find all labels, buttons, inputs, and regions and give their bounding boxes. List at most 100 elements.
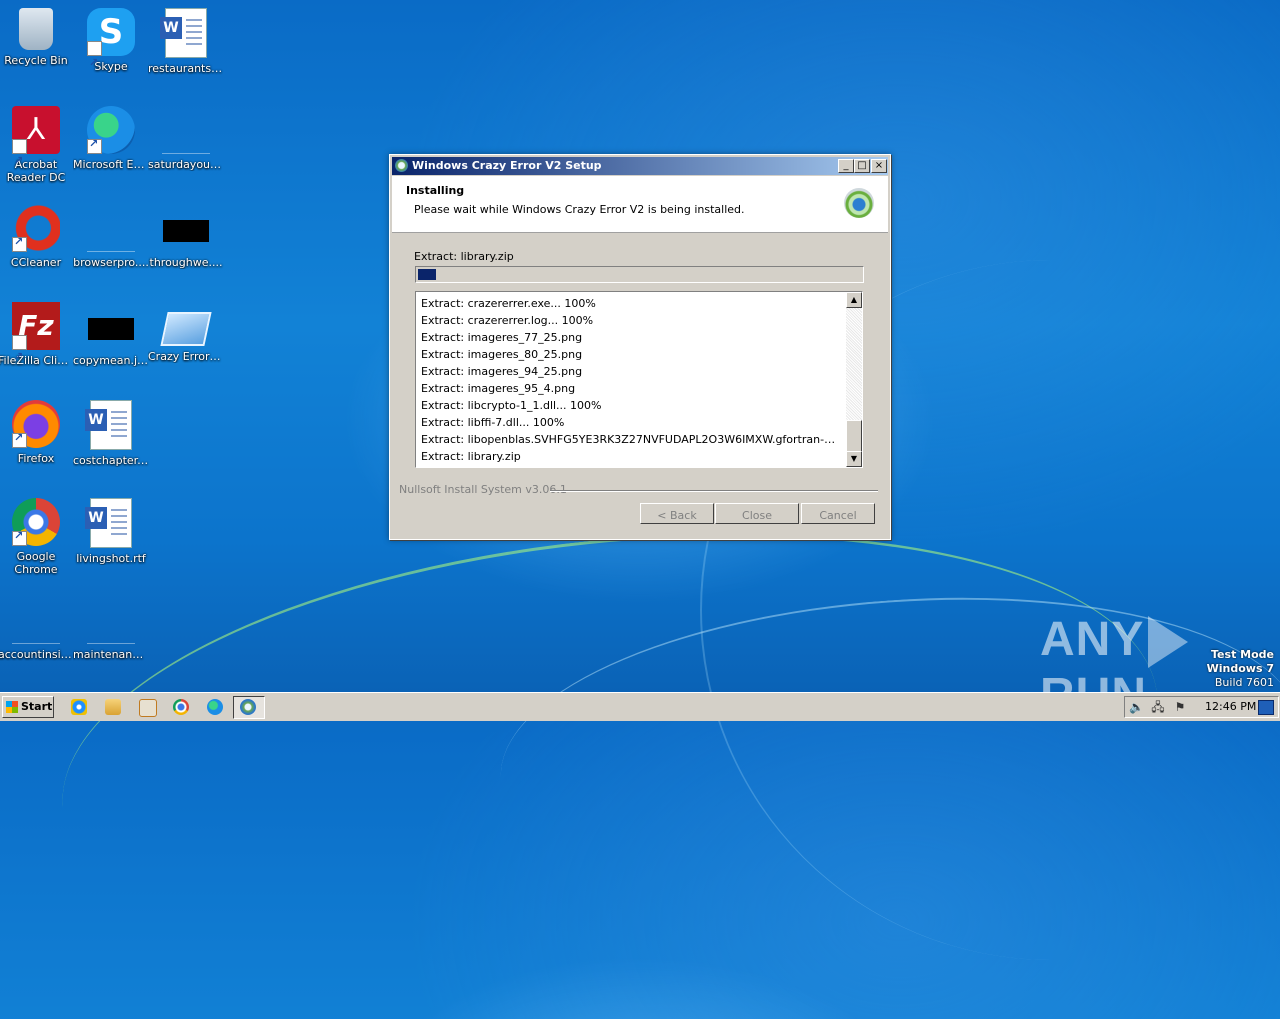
blank-file-icon (162, 106, 210, 154)
page-subheading: Please wait while Windows Crazy Error V2… (414, 203, 745, 216)
desktop-icon-ccleaner[interactable]: CCleaner (0, 204, 74, 269)
desktop-icon-throughwe[interactable]: throughwe.... (148, 204, 224, 269)
close-window-button[interactable]: × (871, 159, 887, 173)
installer-app-icon (395, 159, 408, 172)
desktop-icon-edge[interactable]: Microsoft Edge (73, 106, 149, 171)
network-icon[interactable]: 🖧 (1151, 700, 1165, 714)
desktop-icon-label: Firefox (17, 452, 55, 465)
desktop-icon-browserpro[interactable]: browserpro.... (73, 204, 149, 269)
filezilla-icon: Fz (12, 302, 60, 381)
installer-window: Windows Crazy Error V2 Setup _ □ × Insta… (389, 154, 891, 540)
page-heading: Installing (406, 184, 465, 197)
edge-taskbar-icon[interactable] (207, 699, 223, 715)
desktop-icon-label: livingshot.rtf (76, 552, 146, 565)
skype-icon: S (87, 8, 135, 87)
log-item: Extract: libffi-7.dll... 100% (421, 416, 565, 429)
scroll-down-arrow-icon[interactable]: ▼ (846, 451, 862, 467)
desktop-icon-crazy-error[interactable]: Crazy Error V2 (148, 302, 224, 363)
desktop-icon-label: maintenanc.... (73, 648, 149, 661)
desktop-icon-saturdayout[interactable]: saturdayout.... (148, 106, 224, 171)
log-item: Extract: imageres_95_4.png (421, 382, 576, 395)
windows-logo-icon (6, 701, 18, 713)
desktop-icon-label: Recycle Bin (4, 54, 68, 67)
crazy-error-icon (160, 312, 212, 346)
desktop-icon-label: browserpro.... (73, 256, 149, 269)
media-player-icon[interactable] (139, 699, 157, 717)
close-button[interactable]: Close (715, 503, 799, 524)
edge-icon (87, 106, 135, 154)
desktop-icon-label: restaurants.... (148, 62, 224, 75)
chrome-taskbar-icon[interactable] (173, 699, 189, 715)
minimize-button[interactable]: _ (838, 159, 854, 173)
desktop-icon-skype[interactable]: S Skype (73, 8, 149, 87)
log-item: Extract: imageres_80_25.png (421, 348, 583, 361)
desktop-icon-chrome[interactable]: Google Chrome (0, 498, 74, 576)
desktop-icon-label: copymean.jpg (73, 354, 149, 367)
desktop-icon-copymean[interactable]: copymean.jpg (73, 302, 149, 367)
title-bar[interactable]: Windows Crazy Error V2 Setup _ □ × (392, 157, 888, 175)
internet-explorer-icon[interactable] (71, 699, 87, 715)
watermark-text-left: ANY (1040, 613, 1145, 666)
desktop-icon-label: costchapter.... (73, 454, 149, 467)
back-button[interactable]: < Back (640, 503, 714, 524)
desktop-icon-firefox[interactable]: Firefox (0, 400, 74, 465)
black-image-icon (88, 318, 134, 340)
blank-file-icon (87, 204, 135, 252)
word-doc-icon: W (160, 8, 207, 58)
action-center-flag-icon[interactable]: ⚑ (1173, 700, 1187, 714)
desktop-icon-acrobat[interactable]: ⅄ Acrobat Reader DC (0, 106, 74, 185)
desktop-icon-recycle-bin[interactable]: Recycle Bin (0, 8, 74, 67)
current-action-label: Extract: library.zip (414, 250, 514, 263)
branding-divider (550, 490, 878, 492)
log-item: Extract: libcrypto-1_1.dll... 100% (421, 399, 602, 412)
installer-header: Installing Please wait while Windows Cra… (392, 176, 888, 233)
cancel-button[interactable]: Cancel (801, 503, 875, 524)
maximize-button[interactable]: □ (854, 159, 870, 173)
desktop-icon-label: accountinsi.... (0, 648, 74, 661)
window-title: Windows Crazy Error V2 Setup (412, 159, 602, 172)
desktop-icon-restaurants[interactable]: W restaurants.... (148, 8, 224, 75)
desktop-icon-maintenanc[interactable]: maintenanc.... (73, 596, 149, 661)
test-mode-line2: Windows 7 (1206, 662, 1274, 675)
log-item: Extract: crazererrer.log... 100% (421, 314, 594, 327)
taskbar: Start 🔈 🖧 ⚑ 12:46 PM (0, 692, 1280, 721)
word-doc-icon: W (85, 400, 132, 450)
desktop-icon-filezilla[interactable]: Fz FileZilla Client (0, 302, 74, 381)
firefox-icon (12, 400, 60, 448)
test-mode-line1: Test Mode (1211, 648, 1274, 661)
system-tray: 🔈 🖧 ⚑ 12:46 PM (1124, 696, 1279, 718)
word-doc-icon: W (85, 498, 132, 548)
desktop-icon-accountinsi[interactable]: accountinsi.... (0, 596, 74, 661)
test-mode-notice: Test Mode Windows 7 Build 7601 (1207, 648, 1274, 690)
black-image-icon (163, 220, 209, 242)
scroll-up-arrow-icon[interactable]: ▲ (846, 292, 862, 308)
desktop-icon-label: Skype (94, 60, 128, 73)
test-mode-line3: Build 7601 (1214, 676, 1274, 689)
volume-icon[interactable]: 🔈 (1129, 700, 1144, 714)
log-item: Extract: library.zip (421, 450, 521, 463)
install-log-list[interactable]: Extract: crazererrer.exe... 100% Extract:… (415, 291, 863, 468)
desktop-icon-costchapter[interactable]: W costchapter.... (73, 400, 149, 467)
start-button[interactable]: Start (2, 696, 54, 718)
recycle-bin-icon (19, 8, 53, 50)
log-scrollbar[interactable]: ▲ ▼ (846, 292, 862, 467)
start-label: Start (21, 700, 53, 713)
desktop-icon-livingshot[interactable]: W livingshot.rtf (73, 498, 149, 565)
log-item: Extract: libopenblas.SVHFG5YE3RK3Z27NVFU… (421, 433, 841, 446)
desktop-icon-label: CCleaner (10, 256, 62, 269)
ccleaner-icon (12, 204, 60, 252)
scroll-thumb[interactable] (846, 420, 862, 452)
log-item: Extract: imageres_77_25.png (421, 331, 583, 344)
show-desktop-icon[interactable] (1258, 700, 1274, 715)
blank-file-icon (12, 596, 60, 644)
installer-taskbar-button[interactable] (233, 696, 265, 719)
install-progress-bar (415, 266, 864, 283)
installer-taskbar-icon (240, 699, 256, 715)
log-item: Extract: crazererrer.exe... 100% (421, 297, 596, 310)
file-explorer-icon[interactable] (105, 699, 121, 715)
clock[interactable]: 12:46 PM (1205, 700, 1256, 713)
desktop-icon-label: throughwe.... (149, 256, 223, 269)
chrome-icon (12, 498, 60, 546)
desktop-icon-label: Crazy Error V2 (148, 350, 224, 363)
acrobat-icon: ⅄ (12, 106, 60, 185)
